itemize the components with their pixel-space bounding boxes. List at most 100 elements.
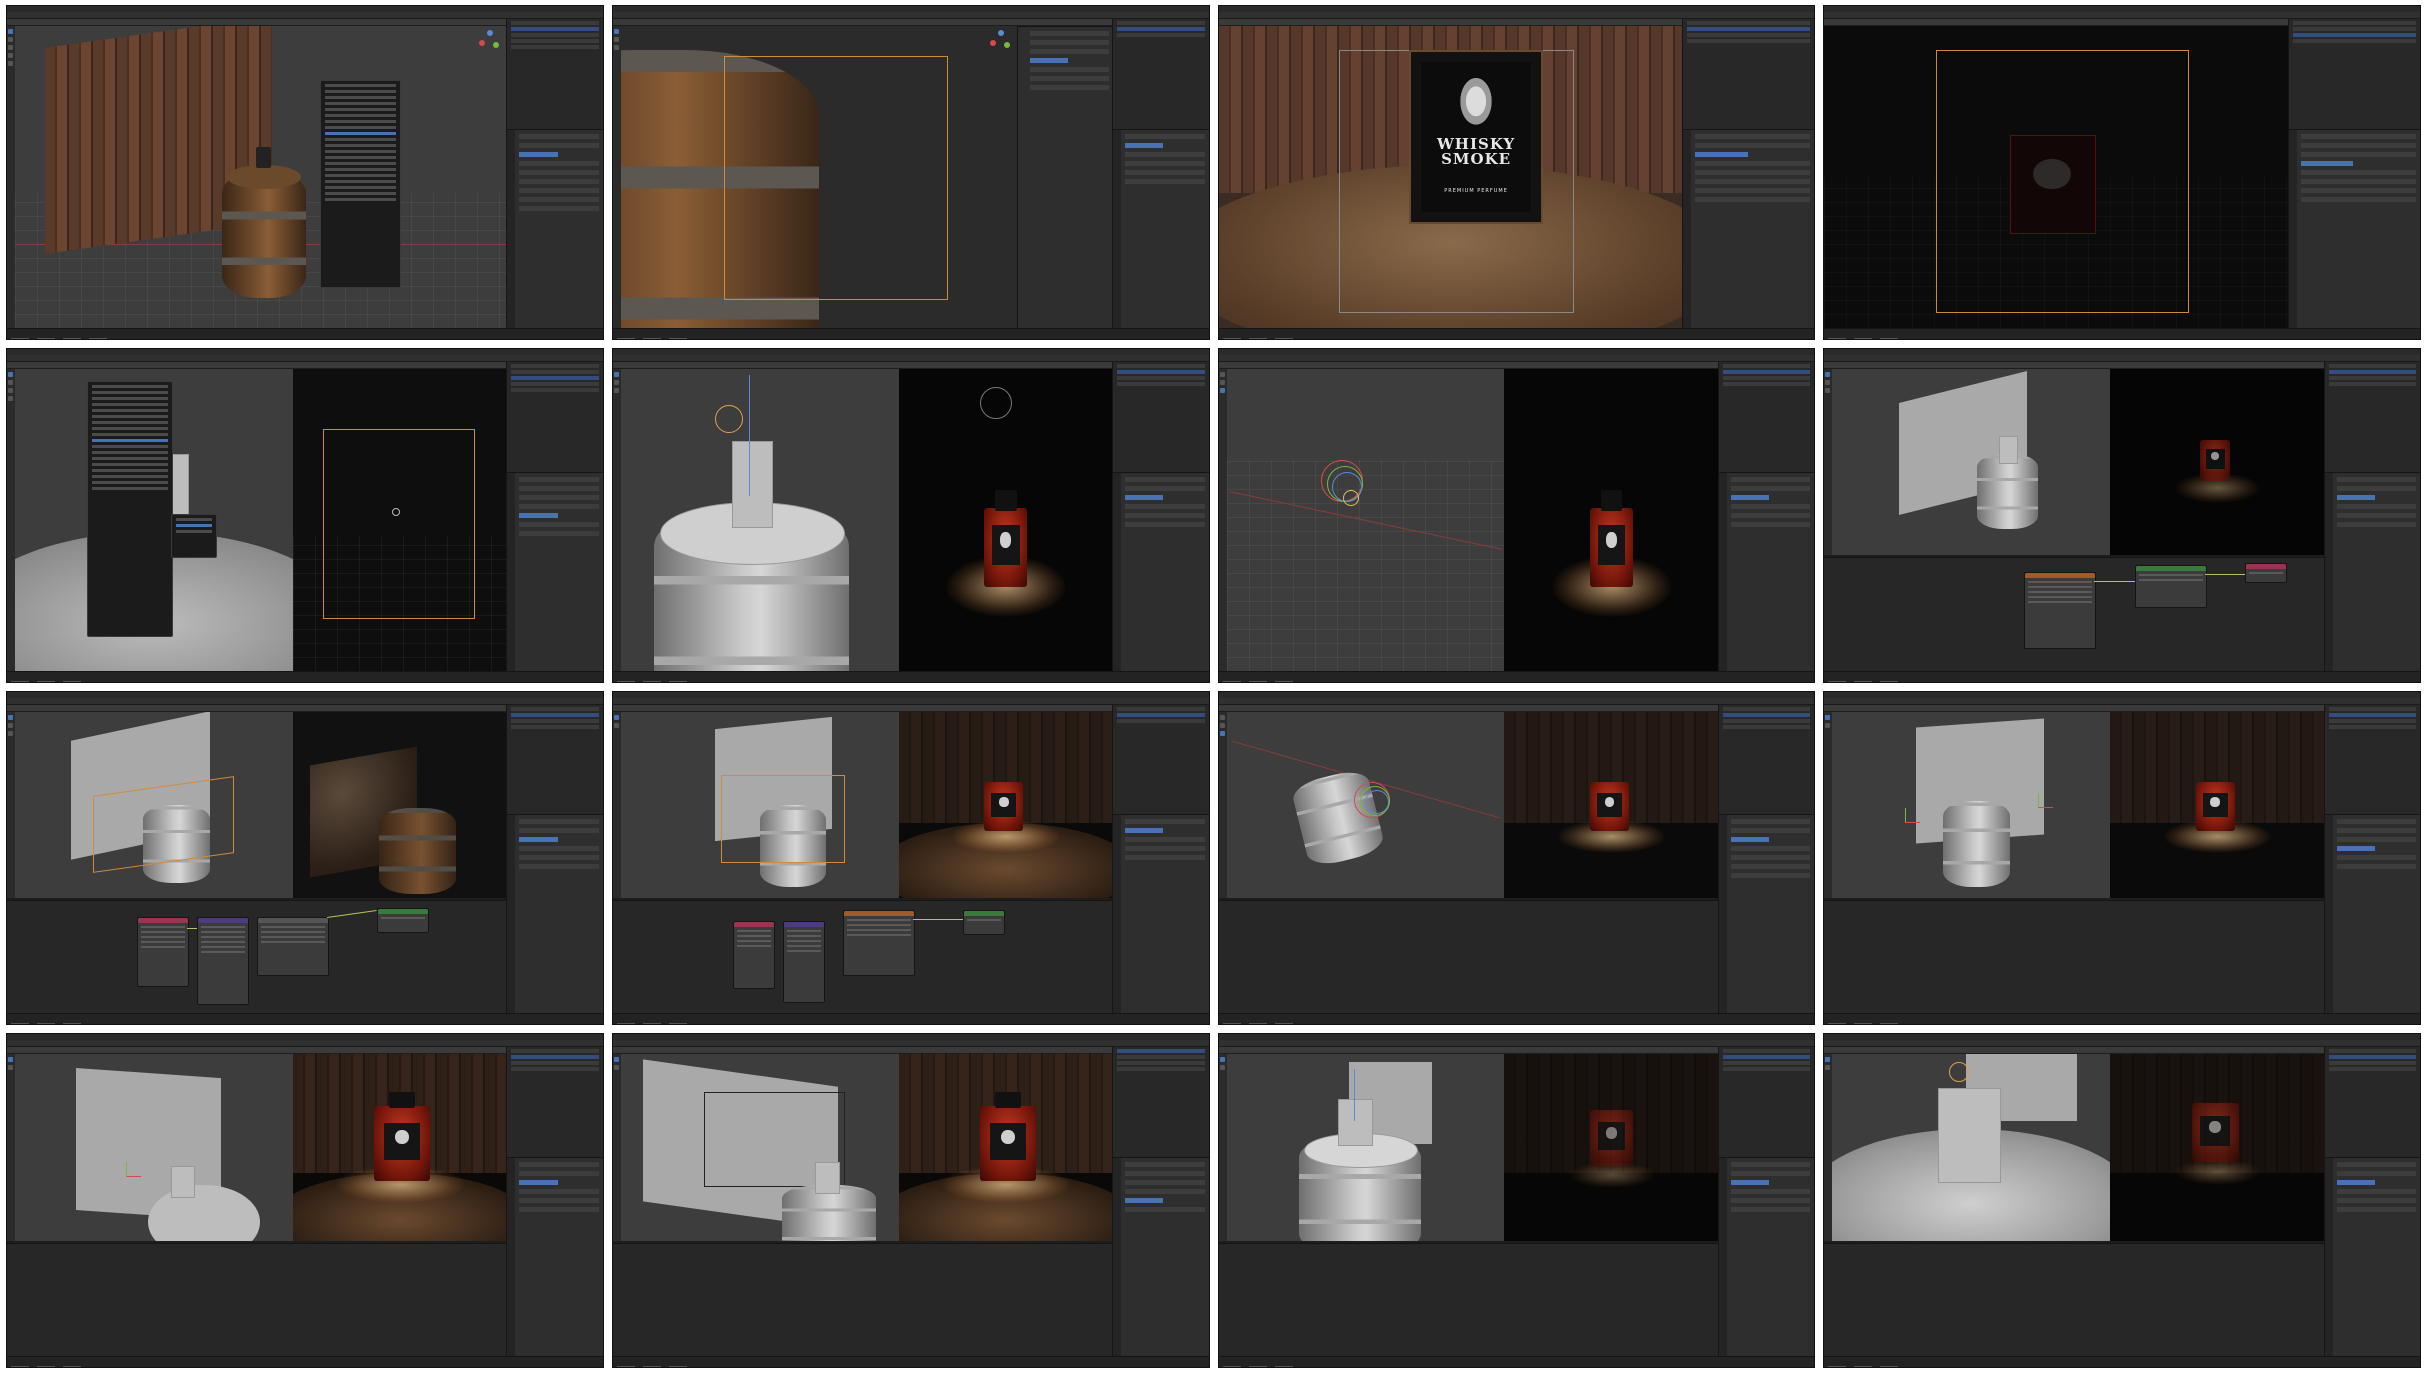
- menu-bar[interactable]: [1824, 354, 2420, 368]
- outliner[interactable]: [506, 704, 603, 815]
- properties-panel[interactable]: [506, 1157, 603, 1357]
- image-texture-node[interactable]: [842, 910, 915, 976]
- properties-panel[interactable]: [2323, 471, 2420, 672]
- select-tool-icon[interactable]: [1219, 1057, 1225, 1063]
- outliner[interactable]: [1112, 1047, 1209, 1158]
- move-tool-icon[interactable]: [613, 722, 619, 728]
- empty-object-icon[interactable]: [2037, 793, 2053, 809]
- select-tool-icon[interactable]: [1825, 371, 1831, 377]
- properties-panel[interactable]: [2323, 814, 2420, 1015]
- empty-node-editor[interactable]: [7, 1242, 508, 1357]
- transform-tool-icon[interactable]: [8, 61, 13, 66]
- move-tool-icon[interactable]: [8, 1065, 13, 1071]
- move-tool-icon[interactable]: [1219, 1065, 1225, 1071]
- outliner[interactable]: [1112, 19, 1209, 129]
- 3d-viewport[interactable]: [15, 711, 293, 898]
- shader-node-editor[interactable]: [1824, 557, 2325, 672]
- n-panel[interactable]: [1016, 26, 1114, 329]
- rotate-tool-icon[interactable]: [1825, 387, 1831, 393]
- move-tool-icon[interactable]: [613, 379, 619, 385]
- select-tool-icon[interactable]: [8, 714, 13, 720]
- 3d-viewport[interactable]: [15, 26, 508, 329]
- tool-shelf[interactable]: [7, 711, 15, 898]
- empty-node-editor[interactable]: [612, 1242, 1114, 1357]
- select-tool-icon[interactable]: [613, 371, 619, 377]
- properties-panel[interactable]: [1112, 471, 1209, 672]
- move-tool-icon[interactable]: [613, 1065, 619, 1071]
- light-submenu[interactable]: [170, 514, 218, 559]
- menu-bar[interactable]: [7, 1040, 603, 1054]
- bsdf-node[interactable]: [377, 907, 430, 933]
- menu-bar[interactable]: [1824, 1040, 2420, 1054]
- outliner[interactable]: [2323, 361, 2420, 472]
- 3d-viewport[interactable]: [1226, 368, 1505, 672]
- spot-light-gizmo[interactable]: [715, 405, 744, 434]
- tool-shelf[interactable]: [7, 26, 15, 329]
- select-tool-icon[interactable]: [613, 1057, 619, 1063]
- rotate-tool-icon[interactable]: [1219, 730, 1225, 736]
- tool-shelf[interactable]: [1824, 368, 1833, 556]
- bsdf-node[interactable]: [963, 910, 1006, 935]
- move-tool-icon[interactable]: [8, 379, 13, 385]
- move-tool-icon[interactable]: [8, 722, 13, 728]
- select-tool-icon[interactable]: [8, 371, 13, 377]
- outliner[interactable]: [2323, 704, 2420, 815]
- menu-bar[interactable]: [7, 12, 603, 25]
- properties-panel[interactable]: [1717, 471, 1815, 672]
- menu-bar[interactable]: [612, 354, 1209, 368]
- outliner[interactable]: [506, 19, 603, 129]
- 3d-viewport[interactable]: [620, 1054, 899, 1241]
- shader-node-editor[interactable]: [7, 900, 508, 1015]
- tool-shelf[interactable]: [1218, 1054, 1227, 1241]
- rotate-tool-icon[interactable]: [613, 45, 619, 50]
- menu-bar[interactable]: [1218, 12, 1815, 25]
- tool-shelf[interactable]: [1824, 711, 1833, 898]
- empty-node-editor[interactable]: [1218, 900, 1719, 1015]
- move-tool-icon[interactable]: [1825, 379, 1831, 385]
- move-tool-icon[interactable]: [1219, 722, 1225, 728]
- menu-bar[interactable]: [1218, 697, 1815, 711]
- rendered-viewport[interactable]: WHISKY SMOKE PREMIUM PERFUME: [1218, 26, 1684, 329]
- tool-shelf[interactable]: [1218, 711, 1227, 898]
- 3d-viewport[interactable]: [1832, 368, 2111, 556]
- properties-panel[interactable]: [506, 471, 603, 672]
- add-menu[interactable]: [87, 380, 173, 638]
- 3d-viewport[interactable]: [620, 368, 899, 672]
- outliner[interactable]: [2323, 1047, 2420, 1158]
- menu-bar[interactable]: [1824, 12, 2420, 25]
- tool-shelf[interactable]: [612, 1054, 621, 1241]
- select-tool-icon[interactable]: [8, 1057, 13, 1063]
- select-tool-icon[interactable]: [1825, 714, 1831, 720]
- tool-shelf[interactable]: [612, 368, 621, 672]
- 3d-viewport[interactable]: [1832, 711, 2111, 898]
- add-menu[interactable]: [320, 80, 402, 289]
- 3d-viewport[interactable]: [620, 711, 899, 898]
- empty-node-editor[interactable]: [1218, 1242, 1719, 1357]
- image-texture-node[interactable]: [257, 916, 330, 976]
- menu-bar[interactable]: [7, 697, 603, 711]
- select-tool-icon[interactable]: [1219, 714, 1225, 720]
- outliner[interactable]: [2287, 19, 2420, 129]
- menu-bar[interactable]: [1218, 354, 1815, 368]
- empty-object-icon[interactable]: [1904, 808, 1920, 824]
- select-tool-icon[interactable]: [8, 29, 13, 34]
- properties-panel[interactable]: [1112, 1157, 1209, 1357]
- properties-panel[interactable]: [1112, 128, 1209, 329]
- outliner[interactable]: [1112, 704, 1209, 815]
- mapping-node[interactable]: [197, 916, 250, 1005]
- menu-bar[interactable]: [7, 354, 603, 368]
- navigation-gizmo-icon[interactable]: [479, 30, 501, 52]
- menu-bar[interactable]: [612, 12, 1209, 25]
- 3d-viewport[interactable]: [15, 1054, 293, 1241]
- menu-bar[interactable]: [1824, 697, 2420, 711]
- 3d-viewport[interactable]: [1226, 711, 1505, 898]
- mapping-node[interactable]: [782, 921, 825, 1003]
- shader-node-editor[interactable]: [612, 900, 1114, 1015]
- navigation-gizmo-icon[interactable]: [989, 30, 1012, 52]
- select-tool-icon[interactable]: [1219, 371, 1225, 377]
- outliner[interactable]: [1717, 704, 1815, 815]
- tool-shelf[interactable]: [612, 26, 621, 329]
- texture-node[interactable]: [2024, 571, 2097, 649]
- outliner[interactable]: [1682, 19, 1815, 129]
- properties-panel[interactable]: [506, 814, 603, 1015]
